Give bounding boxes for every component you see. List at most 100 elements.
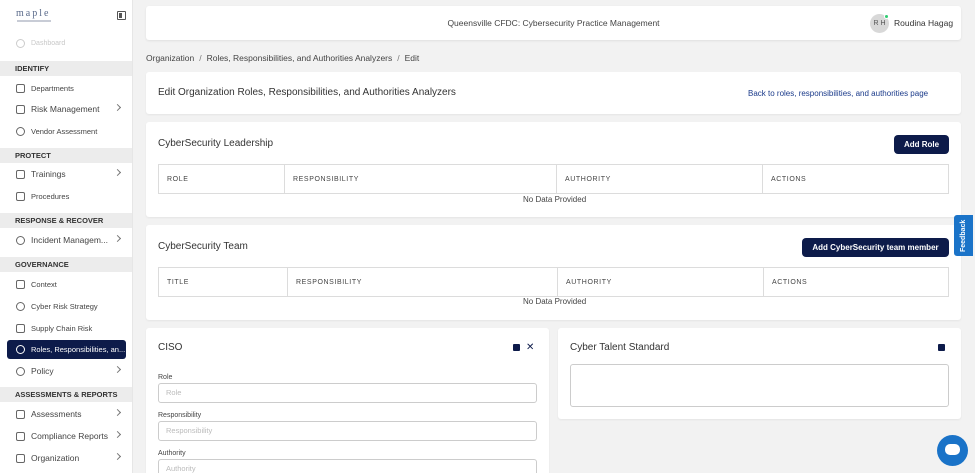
breadcrumb-roles[interactable]: Roles, Responsibilities, and Authorities… xyxy=(207,53,393,63)
document-icon xyxy=(16,279,25,289)
breadcrumb-separator: / xyxy=(397,53,400,63)
sidebar-item-label: Dashboard xyxy=(31,40,66,47)
sidebar-item-label: Compliance Reports xyxy=(31,431,109,441)
sidebar-item-label: Trainings xyxy=(31,169,66,179)
add-role-button[interactable]: Add Role xyxy=(894,135,949,154)
chevron-right-icon xyxy=(113,168,122,177)
sidebar-item-compliance-reports[interactable]: Compliance Reports xyxy=(16,428,122,444)
sidebar-item-label: Assessments xyxy=(31,409,82,419)
talent-standard-card: Cyber Talent Standard xyxy=(558,328,961,419)
ciso-title: CISO xyxy=(158,342,183,353)
save-icon[interactable] xyxy=(938,344,945,351)
sidebar-item-assessments[interactable]: Assessments xyxy=(16,406,122,422)
organization-title: Queensville CFDC: Cybersecurity Practice… xyxy=(447,18,660,28)
section-protect: PROTECT xyxy=(0,148,132,163)
column-header: AUTHORITY xyxy=(557,267,764,297)
online-status-icon xyxy=(884,14,889,19)
policy-icon xyxy=(16,366,25,376)
app-logo[interactable]: maple xyxy=(16,8,50,19)
sidebar-item-trainings[interactable]: Trainings xyxy=(16,166,122,182)
add-team-member-button[interactable]: Add CyberSecurity team member xyxy=(802,238,949,257)
role-label: Role xyxy=(158,374,173,381)
chevron-right-icon xyxy=(113,452,122,461)
sidebar-item-label: Cyber Risk Strategy xyxy=(31,301,98,311)
talent-standard-title: Cyber Talent Standard xyxy=(570,342,670,353)
report-icon xyxy=(16,431,25,441)
column-header: RESPONSIBILITY xyxy=(287,267,558,297)
responsibility-label: Responsibility xyxy=(158,412,202,419)
sidebar-item-label: Departments xyxy=(31,83,74,93)
user-name[interactable]: Roudina Hagag xyxy=(894,18,953,28)
chevron-right-icon xyxy=(113,365,122,374)
team-table: TITLE RESPONSIBILITY AUTHORITY ACTIONS xyxy=(158,267,949,297)
chevron-right-icon xyxy=(113,103,122,112)
training-icon xyxy=(16,169,25,179)
sidebar-item-label: Policy xyxy=(31,366,54,376)
ciso-card: CISO ✕ Role Role Responsibility Responsi… xyxy=(146,328,549,473)
sidebar-item-label: Supply Chain Risk xyxy=(31,323,93,333)
column-header: ACTIONS xyxy=(763,267,949,297)
chat-button[interactable] xyxy=(937,435,968,466)
authority-input[interactable]: Authority xyxy=(158,459,537,473)
back-link[interactable]: Back to roles, responsibilities, and aut… xyxy=(748,89,928,98)
feedback-tab[interactable]: Feedback xyxy=(954,215,973,256)
sidebar-item-incident-management[interactable]: Incident Managem... xyxy=(16,232,122,248)
avatar[interactable]: R H xyxy=(870,14,889,33)
sidebar: maple Dashboard IDENTIFY Departments Ris… xyxy=(0,0,133,473)
column-header: RESPONSIBILITY xyxy=(284,164,557,194)
building-icon xyxy=(16,453,25,463)
sidebar-item-departments[interactable]: Departments xyxy=(16,80,120,96)
section-governance: GOVERNANCE xyxy=(0,257,132,272)
role-input[interactable]: Role xyxy=(158,383,537,403)
column-header: TITLE xyxy=(158,267,288,297)
sidebar-item-supply-chain-risk[interactable]: Supply Chain Risk xyxy=(16,320,120,336)
vendor-icon xyxy=(16,126,25,136)
sidebar-item-label: Context xyxy=(31,279,57,289)
sidebar-item-risk-management[interactable]: Risk Management xyxy=(16,101,122,117)
procedures-icon xyxy=(16,191,25,201)
team-title: CyberSecurity Team xyxy=(158,241,248,252)
team-card: CyberSecurity Team Add CyberSecurity tea… xyxy=(146,225,961,320)
section-assessments-reports: ASSESSMENTS & REPORTS xyxy=(0,387,132,402)
column-header: ROLE xyxy=(158,164,285,194)
talent-standard-textarea[interactable] xyxy=(570,364,949,407)
leadership-table: ROLE RESPONSIBILITY AUTHORITY ACTIONS xyxy=(158,164,949,194)
sidebar-item-context[interactable]: Context xyxy=(16,276,120,292)
strategy-icon xyxy=(16,301,25,311)
sidebar-item-label: Organization xyxy=(31,453,80,463)
sidebar-item-organization[interactable]: Organization xyxy=(16,450,122,466)
save-icon[interactable] xyxy=(513,344,520,351)
sidebar-item-procedures[interactable]: Procedures xyxy=(16,188,120,204)
sidebar-item-policy[interactable]: Policy xyxy=(16,363,122,379)
risk-icon xyxy=(16,104,25,114)
sidebar-item-roles[interactable]: Roles, Responsibilities, an... xyxy=(7,340,126,359)
close-icon[interactable]: ✕ xyxy=(526,343,534,353)
roles-icon xyxy=(16,345,25,354)
sidebar-item-label: Procedures xyxy=(31,191,70,201)
page-header-card: Edit Organization Roles, Responsibilitie… xyxy=(146,72,961,114)
chevron-right-icon xyxy=(113,430,122,439)
incident-icon xyxy=(16,235,25,245)
authority-label: Authority xyxy=(158,450,186,457)
breadcrumb-organization[interactable]: Organization xyxy=(146,53,194,63)
sidebar-item-label: Vendor Assessment xyxy=(31,126,98,136)
chevron-right-icon xyxy=(113,234,122,243)
org-chart-icon xyxy=(16,83,25,93)
sidebar-item-label: Roles, Responsibilities, an... xyxy=(31,345,126,354)
sidebar-item-vendor-assessment[interactable]: Vendor Assessment xyxy=(16,123,120,139)
chat-icon xyxy=(945,444,960,455)
chevron-right-icon xyxy=(113,408,122,417)
dashboard-icon xyxy=(16,39,25,48)
column-header: ACTIONS xyxy=(762,164,949,194)
leadership-title: CyberSecurity Leadership xyxy=(158,138,274,149)
section-identify: IDENTIFY xyxy=(0,61,132,76)
leadership-card: CyberSecurity Leadership Add Role ROLE R… xyxy=(146,122,961,217)
empty-state: No Data Provided xyxy=(523,297,587,306)
breadcrumb-edit: Edit xyxy=(404,53,420,63)
sidebar-item-cyber-risk-strategy[interactable]: Cyber Risk Strategy xyxy=(16,298,120,314)
responsibility-input[interactable]: Responsibility xyxy=(158,421,537,441)
page-title: Edit Organization Roles, Responsibilitie… xyxy=(158,87,456,98)
avatar-initials: R H xyxy=(873,20,886,27)
sidebar-collapse-icon[interactable] xyxy=(117,11,126,20)
sidebar-item-dashboard[interactable]: Dashboard xyxy=(16,39,65,48)
